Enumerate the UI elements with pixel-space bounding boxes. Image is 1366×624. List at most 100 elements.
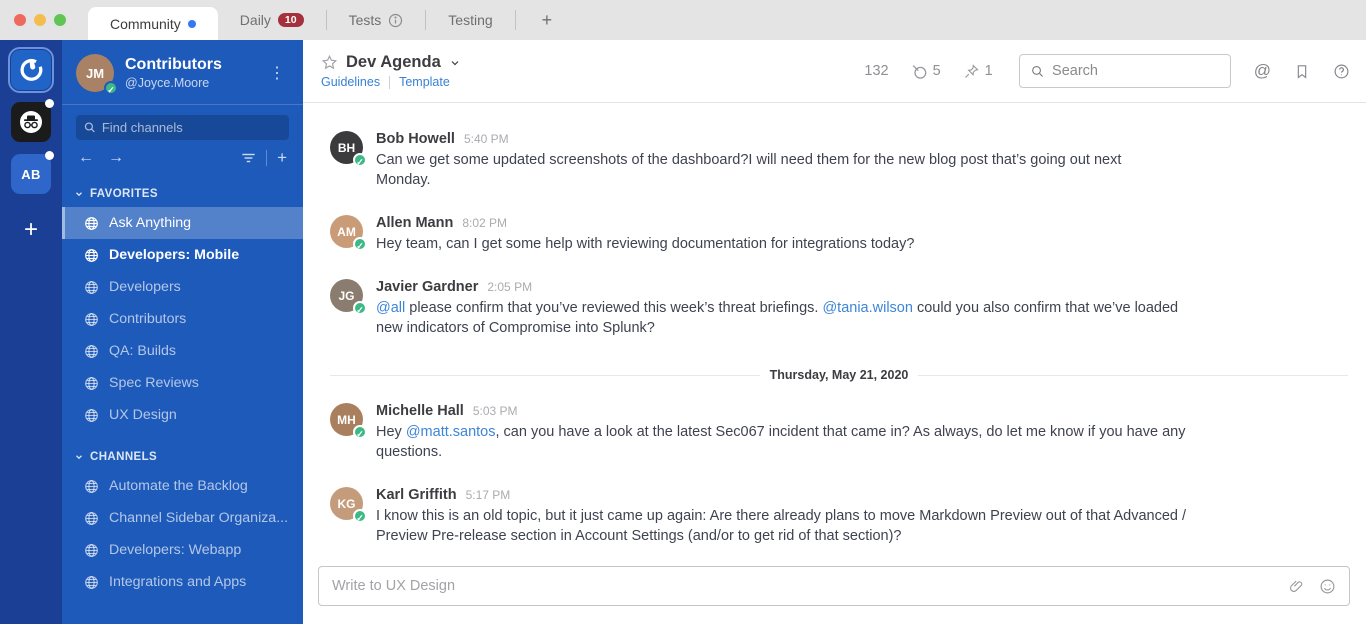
channel-automate-the-backlog[interactable]: Automate the Backlog [62, 470, 303, 502]
toolbar-divider [266, 150, 268, 166]
paperclip-icon [1290, 580, 1303, 592]
verified-check-badge: ✓ [353, 425, 367, 439]
main-panel: Dev Agenda Guidelines Template 132 5 1 S… [303, 40, 1366, 624]
message-timestamp: 5:03 PM [472, 404, 518, 418]
online-check-badge: ✓ [104, 81, 118, 95]
section-channels-header[interactable]: CHANNELS [62, 451, 303, 470]
saved-posts-button[interactable] [1294, 63, 1310, 80]
message-author[interactable]: Michelle Hall [376, 403, 464, 419]
find-channels-input[interactable] [101, 120, 281, 135]
recent-mentions-button[interactable]: @ [1254, 61, 1271, 81]
user-avatar: JM ✓ [76, 54, 118, 95]
filter-icon[interactable] [241, 151, 256, 165]
avatar-initials: AM [337, 224, 356, 239]
channel-spec-reviews[interactable]: Spec Reviews [62, 367, 303, 399]
channel-integrations-and-apps[interactable]: Integrations and Apps [62, 566, 303, 598]
globe-icon [85, 511, 98, 525]
channel-label: Channel Sidebar Organiza... [109, 510, 289, 526]
message-author[interactable]: Allen Mann [376, 215, 453, 231]
message-michelle-hall: MH ✓ Michelle Hall 5:03 PM Hey @matt.san… [330, 403, 1348, 462]
avatar[interactable]: KG ✓ [330, 487, 367, 523]
search-box [1018, 54, 1231, 88]
channel-label: Developers: Mobile [109, 247, 240, 263]
message-timestamp: 5:40 PM [463, 132, 509, 146]
tab-community-label: Community [110, 15, 181, 32]
mention-count-badge: 10 [277, 12, 304, 28]
message-text: Hey team, can I get some help with revie… [376, 236, 915, 252]
message-author[interactable]: Javier Gardner [376, 279, 478, 295]
channel-title-menu[interactable]: Dev Agenda [321, 53, 461, 72]
channel-ask-anything[interactable]: Ask Anything [62, 207, 303, 239]
mention-matt-santos[interactable]: @matt.santos [406, 424, 496, 440]
server-tabs: Community Daily 10 Tests Testing + [88, 0, 578, 40]
channel-developers-mobile[interactable]: Developers: Mobile [62, 239, 303, 271]
tab-daily[interactable]: Daily 10 [218, 0, 326, 40]
help-button[interactable] [1333, 63, 1350, 80]
history-back-button[interactable]: ← [78, 149, 94, 167]
zoom-window-button[interactable] [54, 14, 66, 26]
channel-label: Contributors [109, 311, 187, 327]
globe-icon [85, 248, 98, 262]
emoji-picker-button[interactable] [1319, 578, 1336, 595]
team-name: Contributors [125, 56, 222, 73]
user-avatar-initials: JM [85, 65, 105, 81]
team-icon-incognito[interactable] [11, 99, 54, 142]
message-list[interactable]: BH ✓ Bob Howell 5:40 PM Can we get some … [303, 103, 1366, 566]
message-input[interactable] [332, 578, 1274, 594]
channel-developers-webapp[interactable]: Developers: Webapp [62, 534, 303, 566]
globe-icon [85, 408, 98, 422]
guidelines-link[interactable]: Guidelines [321, 75, 380, 89]
channel-contributors[interactable]: Contributors [62, 303, 303, 335]
tab-tests-label: Tests [348, 12, 382, 28]
avatar[interactable]: JG ✓ [330, 279, 367, 315]
channel-label: Developers [109, 279, 181, 295]
muted-notifications-indicator[interactable]: 5 [911, 63, 941, 80]
globe-icon [85, 376, 98, 390]
attach-file-button[interactable] [1289, 578, 1304, 594]
team-icon-mattermost[interactable] [8, 47, 54, 93]
team-menu-button[interactable]: ⋮ [263, 63, 291, 83]
avatar[interactable]: MH ✓ [330, 403, 367, 439]
team-ab-label: AB [21, 166, 41, 182]
chevron-down-icon [76, 455, 82, 460]
avatar[interactable]: BH ✓ [330, 131, 367, 167]
section-channels: CHANNELS Automate the Backlog Channel Si… [62, 451, 303, 598]
link-divider [389, 75, 391, 89]
channel-sidebar-organization[interactable]: Channel Sidebar Organiza... [62, 502, 303, 534]
member-count[interactable]: 132 [864, 63, 888, 79]
verified-check-badge: ✓ [353, 509, 367, 523]
team-icon-ab[interactable]: AB [11, 151, 54, 194]
member-count-value: 132 [864, 63, 889, 79]
mention-tania-wilson[interactable]: @tania.wilson [822, 300, 912, 316]
tab-testing[interactable]: Testing [426, 0, 514, 40]
avatar[interactable]: AM ✓ [330, 215, 367, 251]
smiley-icon [1320, 579, 1335, 593]
message-timestamp: 5:17 PM [465, 488, 511, 502]
tab-tests[interactable]: Tests [327, 0, 426, 40]
favorite-star-icon[interactable] [321, 54, 338, 71]
bell-off-icon [912, 64, 926, 79]
channel-name: Dev Agenda [346, 53, 441, 71]
channel-ux-design[interactable]: UX Design [62, 399, 303, 431]
mention-all[interactable]: @all [376, 300, 405, 316]
message-author[interactable]: Bob Howell [376, 131, 455, 147]
pinned-posts-button[interactable]: 1 [963, 63, 993, 80]
chevron-down-icon [76, 192, 82, 197]
tab-community[interactable]: Community [88, 7, 218, 40]
info-icon [389, 13, 403, 27]
template-link[interactable]: Template [399, 75, 450, 89]
add-team-button[interactable]: + [24, 216, 38, 244]
minimize-window-button[interactable] [34, 14, 46, 26]
close-window-button[interactable] [14, 14, 26, 26]
search-input[interactable] [1052, 63, 1219, 79]
message-author[interactable]: Karl Griffith [376, 487, 457, 503]
section-favorites-header[interactable]: FAVORITES [62, 188, 303, 207]
add-channel-button[interactable]: + [277, 148, 287, 168]
message-timestamp: 2:05 PM [487, 280, 533, 294]
new-tab-button[interactable]: + [516, 0, 579, 40]
channel-header-links: Guidelines Template [321, 75, 461, 89]
channel-qa-builds[interactable]: QA: Builds [62, 335, 303, 367]
team-header[interactable]: JM ✓ Contributors @Joyce.Moore ⋮ [62, 40, 303, 104]
history-forward-button[interactable]: → [108, 149, 124, 167]
channel-developers[interactable]: Developers [62, 271, 303, 303]
